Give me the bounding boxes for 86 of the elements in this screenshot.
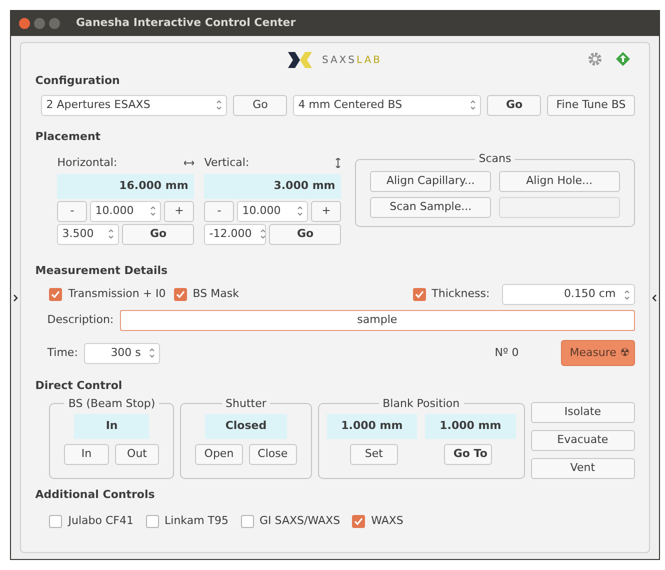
checkbox[interactable] <box>412 288 426 301</box>
spin-arrows-icon[interactable] <box>150 206 156 216</box>
spin-arrows-icon[interactable] <box>624 290 630 300</box>
spin-arrows-icon[interactable] <box>216 100 222 110</box>
checkbox[interactable] <box>240 514 254 528</box>
checkbox-label: Linkam T95 <box>164 513 229 529</box>
chevron-right-icon[interactable] <box>13 294 18 302</box>
upload-icon[interactable] <box>614 51 631 67</box>
window-title: Ganesha Interactive Control Center <box>76 15 296 32</box>
scan-button[interactable]: Align Capillary... <box>370 170 491 192</box>
logo-icon <box>288 52 312 68</box>
action-button[interactable]: Vent <box>530 458 635 478</box>
checkbox[interactable] <box>174 288 187 301</box>
time-field[interactable]: 300 s <box>84 342 160 364</box>
readout-display: 1.000 mm <box>425 414 516 439</box>
thickness-field[interactable]: 0.150 cm <box>502 284 635 305</box>
spin-arrows-icon[interactable] <box>148 348 155 358</box>
checkbox[interactable] <box>352 514 366 528</box>
control-button[interactable]: Go To <box>444 444 492 465</box>
group-title: Blank Position <box>382 396 461 412</box>
section-heading: Configuration <box>35 73 121 89</box>
step-field[interactable]: 10.000 <box>90 200 162 222</box>
readout-display: 16.000 mm <box>57 174 194 198</box>
settings-icon[interactable] <box>586 51 603 67</box>
checkbox-label: Julabo CF41 <box>68 513 134 529</box>
scan-button[interactable]: Scan Sample... <box>370 196 491 218</box>
checkbox[interactable] <box>49 514 62 528</box>
step-field[interactable]: 10.000 <box>237 200 308 222</box>
go-button[interactable]: Go <box>122 224 194 244</box>
checkbox-label: BS Mask <box>192 286 239 302</box>
readout-display: Closed <box>205 414 287 439</box>
section-heading: Direct Control <box>35 378 124 394</box>
measure-button[interactable]: Measure ☢ <box>560 340 635 366</box>
checkbox[interactable] <box>146 514 159 528</box>
group-title: Shutter <box>224 396 268 412</box>
logo-text: LAB <box>356 54 382 68</box>
go-button[interactable]: Go <box>269 224 342 244</box>
chevron-left-icon[interactable] <box>652 294 657 302</box>
horizontal-arrow-icon <box>184 160 194 166</box>
close-icon[interactable] <box>19 18 30 29</box>
field-label: Description: <box>47 312 114 328</box>
target-field[interactable]: -12.000 <box>204 224 266 244</box>
section-heading: Additional Controls <box>35 486 156 502</box>
go-button[interactable]: Go <box>233 94 288 116</box>
spin-arrows-icon[interactable] <box>297 206 304 216</box>
control-button[interactable]: Close <box>248 444 297 465</box>
fine-tune-button[interactable]: Fine Tune BS <box>547 94 635 116</box>
vertical-arrow-icon <box>335 158 342 168</box>
beamstop-dropdown[interactable]: 4 mm Centered BS <box>293 94 482 116</box>
spin-arrows-icon[interactable] <box>470 100 476 110</box>
section-heading: Placement <box>35 128 102 144</box>
readout-display: 1.000 mm <box>326 414 418 439</box>
spin-arrows-icon[interactable] <box>108 229 114 239</box>
group-title: Scans <box>478 151 512 167</box>
checkbox-label: Transmission + I0 <box>68 286 166 302</box>
axis-label: Horizontal: <box>57 155 118 171</box>
action-button[interactable]: Evacuate <box>530 430 635 450</box>
field-label: Time: <box>47 344 78 361</box>
checkbox-label: WAXS <box>371 513 404 529</box>
scan-button[interactable]: Align Hole... <box>498 170 620 192</box>
control-button[interactable]: Set <box>350 444 398 465</box>
checkbox-label: Thickness: <box>432 286 490 302</box>
logo-text: SAXS <box>322 54 357 68</box>
aperture-dropdown[interactable]: 2 Apertures ESAXS <box>41 94 228 116</box>
section-heading: Measurement Details <box>35 262 169 278</box>
measurement-count: Nº 0 <box>494 344 519 361</box>
spin-arrows-icon[interactable] <box>260 229 266 239</box>
minimize-icon[interactable] <box>34 18 45 29</box>
group-title: BS (Beam Stop) <box>67 396 156 412</box>
readout-display: 3.000 mm <box>204 174 342 198</box>
minus-button[interactable]: - <box>204 200 234 222</box>
description-field[interactable]: sample <box>120 310 635 331</box>
go-button[interactable]: Go <box>487 94 542 116</box>
axis-label: Vertical: <box>204 155 250 171</box>
target-field[interactable]: 3.500 <box>57 224 120 244</box>
maximize-icon[interactable] <box>49 18 60 29</box>
action-button[interactable]: Isolate <box>530 402 635 422</box>
minus-button[interactable]: - <box>57 200 88 222</box>
control-button[interactable]: Out <box>114 444 160 465</box>
control-button[interactable]: Open <box>195 444 243 465</box>
control-button[interactable]: In <box>64 444 109 465</box>
checkbox-label: GI SAXS/WAXS <box>260 513 340 529</box>
plus-button[interactable]: + <box>164 200 194 222</box>
checkbox[interactable] <box>49 288 62 301</box>
plus-button[interactable]: + <box>311 200 342 222</box>
readout-display: In <box>74 414 150 439</box>
